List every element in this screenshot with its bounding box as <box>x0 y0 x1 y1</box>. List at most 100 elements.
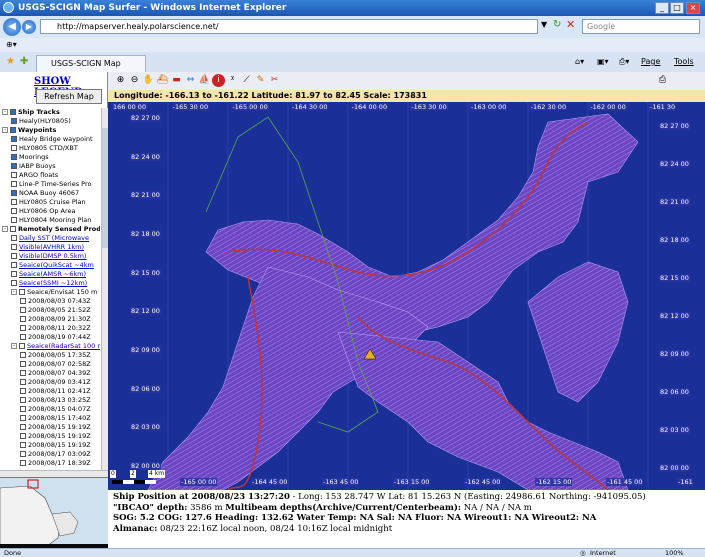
layer-tree-row[interactable]: 2008/08/11 02:41Z <box>0 387 91 395</box>
layer-checkbox[interactable] <box>11 181 17 187</box>
tree-expander-icon[interactable]: - <box>11 289 17 295</box>
tree-expander-icon[interactable]: - <box>11 343 17 349</box>
layer-checkbox[interactable] <box>20 352 26 358</box>
layer-checkbox[interactable] <box>11 235 17 241</box>
forward-icon[interactable]: ▶ <box>22 20 36 34</box>
layer-checkbox[interactable] <box>20 406 26 412</box>
layer-checkbox[interactable] <box>11 199 17 205</box>
layer-tree-row[interactable]: Healy(HLY0805) <box>0 117 71 125</box>
layer-checkbox[interactable] <box>20 307 26 313</box>
layer-tree-row[interactable]: - Ship Tracks <box>0 108 60 116</box>
back-icon[interactable]: ◀ <box>3 18 21 36</box>
draw-line-icon[interactable]: ⟋ <box>240 74 253 87</box>
layer-checkbox[interactable] <box>10 226 16 232</box>
layer-tree-row[interactable]: 2008/08/03 07:43Z <box>0 297 91 305</box>
layer-tree-row[interactable]: 2008/08/15 04:07Z <box>0 405 91 413</box>
layer-tree-row[interactable]: Daily SST (Microwave <box>0 234 89 242</box>
layer-checkbox[interactable] <box>11 163 17 169</box>
layer-tree-row[interactable]: - Seaice(RadarSat 100 r <box>0 342 100 350</box>
layer-label[interactable]: Seaice(RadarSat 100 r <box>27 342 100 350</box>
layer-checkbox[interactable] <box>20 433 26 439</box>
layer-tree-hscrollbar[interactable] <box>0 470 108 477</box>
add-favorites-icon[interactable]: ✚ <box>20 56 28 67</box>
layer-tree-row[interactable]: 2008/08/15 19:19Z <box>0 432 91 440</box>
layer-tree-row[interactable]: Seaice(SSMI ~12km) <box>0 279 87 287</box>
layer-tree-row[interactable]: 2008/08/15 17:40Z <box>0 414 91 422</box>
pan-hand-icon[interactable]: ✋ <box>142 74 155 87</box>
refresh-icon[interactable]: ↻ <box>553 19 561 30</box>
layer-checkbox[interactable] <box>19 343 25 349</box>
layer-tree-row[interactable]: ARGO floats <box>0 171 58 179</box>
vessel-icon[interactable]: ⛵ <box>198 74 211 87</box>
favorites-star-icon[interactable]: ★ <box>6 56 15 67</box>
layer-tree-row[interactable]: IABP Buoys <box>0 162 56 170</box>
address-bar[interactable]: http://mapserver.healy.polarscience.net/ <box>40 19 538 34</box>
layer-checkbox[interactable] <box>11 145 17 151</box>
layer-checkbox[interactable] <box>11 217 17 223</box>
tree-expander-icon[interactable]: - <box>2 109 8 115</box>
layer-checkbox[interactable] <box>20 451 26 457</box>
layer-checkbox[interactable] <box>20 397 26 403</box>
measure-icon[interactable]: ⇔ <box>184 74 197 87</box>
layer-checkbox[interactable] <box>10 109 16 115</box>
layer-checkbox[interactable] <box>20 415 26 421</box>
layer-tree-row[interactable]: - Seaice/Envisat 150 m <box>0 288 97 296</box>
layer-tree-row[interactable]: 2008/08/05 21:52Z <box>0 306 91 314</box>
layer-label[interactable]: Visible(AVHRR 1km) <box>19 243 84 251</box>
layer-tree-row[interactable]: HLY0804 Mooring Plan <box>0 216 91 224</box>
clear-drawing-icon[interactable]: ✂ <box>268 74 281 87</box>
layer-tree-row[interactable]: Visible(DMSP 0.5km) <box>0 252 86 260</box>
layer-checkbox[interactable] <box>11 154 17 160</box>
feeds-icon[interactable]: ▣▾ <box>597 57 609 66</box>
rss-icon[interactable]: ⊕▾ <box>6 38 17 52</box>
layer-tree-row[interactable]: Seaice(AMSR ~6km) <box>0 270 86 278</box>
layer-checkbox[interactable] <box>20 361 26 367</box>
layer-tree-row[interactable]: 2008/08/15 19:19Z <box>0 423 91 431</box>
layer-checkbox[interactable] <box>20 388 26 394</box>
tree-expander-icon[interactable]: - <box>2 226 8 232</box>
xy-coordinates-icon[interactable]: ᵡ <box>226 74 239 87</box>
tree-expander-icon[interactable]: - <box>2 127 8 133</box>
layer-tree-row[interactable]: 2008/08/11 20:32Z <box>0 324 91 332</box>
ship-icon[interactable]: ⛴ <box>156 74 169 87</box>
layer-tree-row[interactable]: - Remotely Sensed Prod <box>0 225 100 233</box>
layer-checkbox[interactable] <box>11 253 17 259</box>
dropdown-icon[interactable]: ▼ <box>541 20 547 29</box>
tools-menu[interactable]: Tools <box>674 57 694 66</box>
layer-label[interactable]: Daily SST (Microwave <box>19 234 89 242</box>
layer-tree-row[interactable]: 2008/08/17 18:39Z <box>0 459 91 467</box>
layer-checkbox[interactable] <box>20 460 26 466</box>
layer-label[interactable]: Visible(DMSP 0.5km) <box>19 252 86 260</box>
minimize-button[interactable]: _ <box>655 2 669 14</box>
layer-label[interactable]: Seaice(QuikScat ~4km <box>19 261 94 269</box>
ship-track-icon[interactable]: ▬ <box>170 74 183 87</box>
layer-checkbox[interactable] <box>20 370 26 376</box>
layer-tree-row[interactable]: - Waypoints <box>0 126 56 134</box>
refresh-map-button[interactable]: Refresh Map <box>36 89 102 104</box>
layer-tree-row[interactable]: 2008/08/17 03:09Z <box>0 450 91 458</box>
stop-icon[interactable]: ✕ <box>566 18 575 31</box>
maximize-button[interactable]: □ <box>670 2 684 14</box>
zoom-in-icon[interactable]: ⊕ <box>114 74 127 87</box>
layer-tree-row[interactable]: Line-P Time-Series Pro <box>0 180 92 188</box>
layer-checkbox[interactable] <box>11 262 17 268</box>
close-button[interactable]: × <box>686 2 700 14</box>
layer-tree-row[interactable]: NOAA Buoy 46067 <box>0 189 79 197</box>
layer-tree-row[interactable]: Moorings <box>0 153 49 161</box>
layer-checkbox[interactable] <box>11 244 17 250</box>
layer-checkbox[interactable] <box>20 379 26 385</box>
overview-map[interactable] <box>0 477 108 551</box>
home-icon[interactable]: ⌂▾ <box>575 57 584 66</box>
layer-checkbox[interactable] <box>11 271 17 277</box>
layer-checkbox[interactable] <box>20 316 26 322</box>
print-map-icon[interactable]: ⎙ <box>656 74 669 87</box>
tab-map-surfer[interactable]: USGS-SCIGN Map Surfer <box>36 55 146 84</box>
draw-polygon-icon[interactable]: ✎ <box>254 74 267 87</box>
layer-checkbox[interactable] <box>19 289 25 295</box>
layer-checkbox[interactable] <box>10 127 16 133</box>
layer-tree-row[interactable]: 2008/08/05 17:35Z <box>0 351 91 359</box>
layer-checkbox[interactable] <box>20 334 26 340</box>
layer-label[interactable]: Seaice(AMSR ~6km) <box>19 270 86 278</box>
layer-checkbox[interactable] <box>20 298 26 304</box>
layer-tree-row[interactable]: Healy Bridge waypoint <box>0 135 93 143</box>
